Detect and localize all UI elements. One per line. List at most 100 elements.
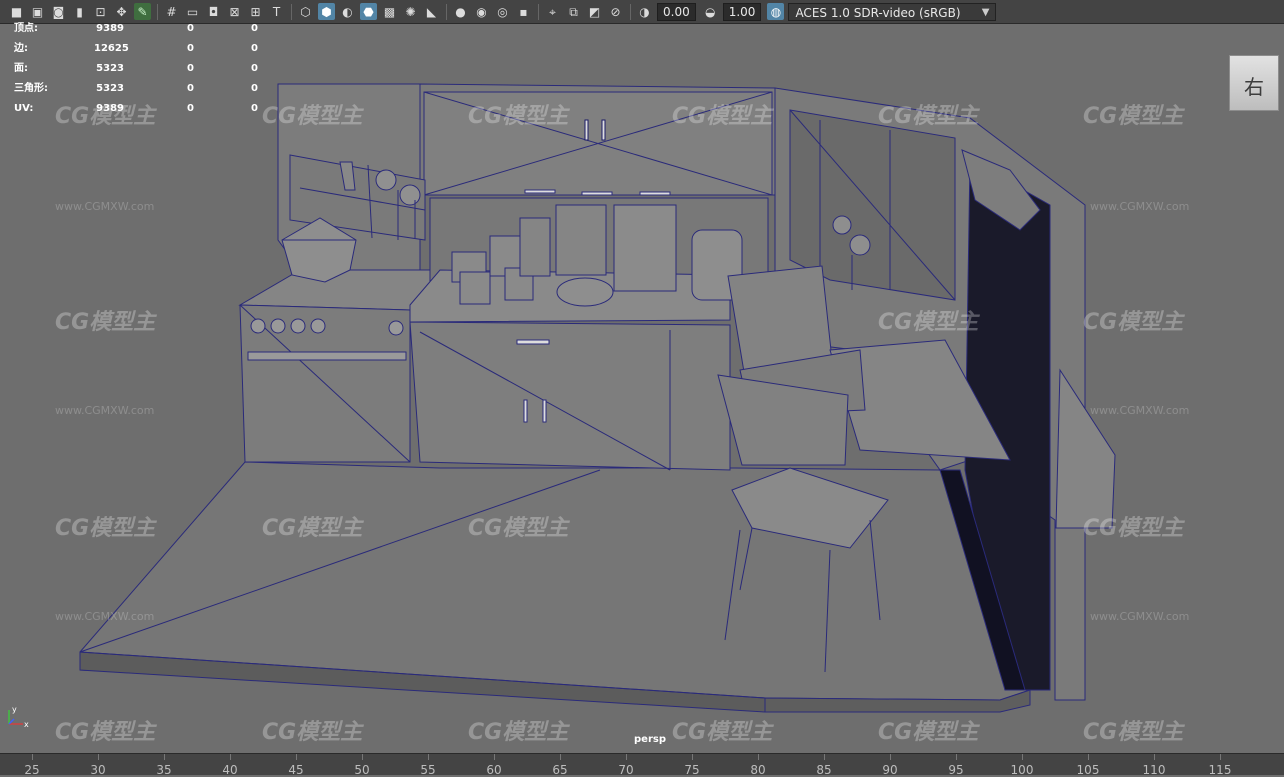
lighting-icon[interactable]: ✺ bbox=[402, 3, 419, 20]
watermark-url: www.CGMXW.com bbox=[55, 200, 155, 213]
hud-value: 0 bbox=[251, 83, 258, 94]
exposure-icon[interactable]: ◑ bbox=[636, 3, 653, 20]
bookmark-icon[interactable]: ◙ bbox=[50, 3, 67, 20]
watermark-logo: CG模型主 bbox=[1083, 104, 1184, 129]
watermark-logo: CG模型主 bbox=[878, 310, 979, 335]
axis-y-label: y bbox=[12, 705, 17, 714]
axis-gizmo: x y bbox=[5, 704, 31, 730]
hud-value: 0 bbox=[251, 43, 258, 54]
pan-icon[interactable]: ✥ bbox=[113, 3, 130, 20]
film-gate-icon[interactable]: ▭ bbox=[184, 3, 201, 20]
xray-icon[interactable]: ⌖ bbox=[544, 3, 561, 20]
hud-label: 三角形: bbox=[14, 83, 48, 94]
watermark-logo: CG模型主 bbox=[55, 720, 156, 745]
default-material-icon[interactable]: ◐ bbox=[339, 3, 356, 20]
watermark-url: www.CGMXW.com bbox=[55, 610, 155, 623]
timeline-tick bbox=[560, 754, 561, 760]
3d-viewport[interactable]: CG模型主 CG模型主 CG模型主 CG模型主 CG模型主 CG模型主 www.… bbox=[0, 24, 1284, 753]
chevron-down-icon: ▼ bbox=[981, 6, 990, 18]
hud-value: 0 bbox=[187, 43, 194, 54]
timeline-tick bbox=[164, 754, 165, 760]
wireframe-icon[interactable]: ⬡ bbox=[297, 3, 314, 20]
hud-value: 0 bbox=[187, 63, 194, 74]
hud-value: 0 bbox=[187, 103, 194, 114]
motion-blur-icon[interactable]: ◉ bbox=[473, 3, 490, 20]
lower-cabinet bbox=[409, 321, 731, 471]
timeline-tick bbox=[1220, 754, 1221, 760]
view-cube-face-label: 右 bbox=[1244, 75, 1264, 99]
hud-value: 5323 bbox=[96, 63, 124, 74]
shadows-icon[interactable]: ◣ bbox=[423, 3, 440, 20]
timeline-tick bbox=[1088, 754, 1089, 760]
image-plane-icon[interactable]: ⊡ bbox=[92, 3, 109, 20]
watermark-logo: CG模型主 bbox=[262, 720, 363, 745]
timeline-tick bbox=[296, 754, 297, 760]
smooth-shade-icon[interactable]: ⬢ bbox=[318, 3, 335, 20]
watermark-logo: CG模型主 bbox=[55, 310, 156, 335]
watermark-logo: CG模型主 bbox=[55, 516, 156, 541]
camera-attr-icon[interactable]: ▣ bbox=[29, 3, 46, 20]
color-management-icon[interactable]: ◍ bbox=[767, 3, 785, 20]
view-cube[interactable]: 右 bbox=[1229, 55, 1279, 111]
wireframe-on-shaded-icon[interactable]: ⬣ bbox=[360, 3, 377, 20]
time-slider[interactable]: 25 30 35 40 45 50 55 60 65 70 75 80 85 90 95 100 105 110 1… bbox=[0, 753, 1284, 777]
watermark-url: www.CGMXW.com bbox=[55, 404, 155, 417]
hud-value: 9389 bbox=[96, 23, 124, 34]
watermark-logo: CG模型主 bbox=[672, 104, 773, 129]
hud-label: 顶点: bbox=[14, 23, 38, 34]
safe-title-icon[interactable]: T bbox=[268, 3, 285, 20]
xray-joints-icon[interactable]: ⧉ bbox=[565, 3, 582, 20]
timeline-tick bbox=[32, 754, 33, 760]
grease-pencil-icon[interactable]: ✎ bbox=[134, 3, 151, 20]
ambient-occlusion-icon[interactable]: ● bbox=[452, 3, 469, 20]
field-chart-icon[interactable]: ⊞ bbox=[247, 3, 264, 20]
gamma-field[interactable]: 1.00 bbox=[722, 2, 762, 21]
isolate-icon[interactable]: ▪ bbox=[515, 3, 532, 20]
timeline-tick bbox=[230, 754, 231, 760]
timeline-tick bbox=[758, 754, 759, 760]
watermark-logo: CG模型主 bbox=[262, 104, 363, 129]
gamma-icon[interactable]: ◒ bbox=[702, 3, 719, 20]
exposure-field[interactable]: 0.00 bbox=[657, 2, 696, 21]
watermark-url: www.CGMXW.com bbox=[1090, 200, 1190, 213]
timeline-tick bbox=[824, 754, 825, 760]
viewport-toolbar: ■ ▣ ◙ ▮ ⊡ ✥ ✎ # ▭ ◘ ⊠ ⊞ T ⬡ ⬢ ◐ ⬣ ▩ ✺ ◣ … bbox=[0, 0, 1284, 24]
hud-value: 12625 bbox=[94, 43, 129, 54]
hud-label: 面: bbox=[14, 63, 28, 74]
timeline-tick bbox=[1154, 754, 1155, 760]
timeline-tick bbox=[98, 754, 99, 760]
timeline-tick bbox=[362, 754, 363, 760]
watermark-url: www.CGMXW.com bbox=[1090, 610, 1190, 623]
timeline-tick bbox=[1022, 754, 1023, 760]
nocull-icon[interactable]: ⊘ bbox=[607, 3, 624, 20]
watermark-logo: CG模型主 bbox=[262, 516, 363, 541]
hud-value: 0 bbox=[187, 23, 194, 34]
hud-value: 9389 bbox=[96, 103, 124, 114]
view-transform-dropdown[interactable]: ACES 1.0 SDR-video (sRGB) ▼ bbox=[788, 2, 997, 21]
axis-x-label: x bbox=[24, 720, 29, 729]
watermark-logo: CG模型主 bbox=[468, 104, 569, 129]
toolbar-divider bbox=[446, 3, 447, 20]
toolbar-divider bbox=[291, 3, 292, 20]
view-transform-label: ACES 1.0 SDR-video (sRGB) bbox=[795, 5, 961, 20]
backface-icon[interactable]: ◩ bbox=[586, 3, 603, 20]
antialias-icon[interactable]: ◎ bbox=[494, 3, 511, 20]
coffee-maker bbox=[613, 204, 677, 292]
camera-name-label: persp bbox=[634, 734, 666, 745]
axis-gizmo-icon: x y bbox=[8, 705, 29, 729]
watermark-logo: CG模型主 bbox=[1083, 516, 1184, 541]
watermark-logo: CG模型主 bbox=[1083, 310, 1184, 335]
hud-label: 边: bbox=[14, 43, 28, 54]
hud-value: 0 bbox=[251, 23, 258, 34]
watermark-logo: CG模型主 bbox=[468, 720, 569, 745]
hud-value: 0 bbox=[251, 103, 258, 114]
bookmark2-icon[interactable]: ▮ bbox=[71, 3, 88, 20]
hud-value: 5323 bbox=[96, 83, 124, 94]
toolbar-divider bbox=[157, 3, 158, 20]
camera-icon[interactable]: ■ bbox=[8, 3, 25, 20]
resolution-gate-icon[interactable]: ◘ bbox=[205, 3, 222, 20]
timeline-tick bbox=[626, 754, 627, 760]
gate-mask-icon[interactable]: ⊠ bbox=[226, 3, 243, 20]
grid-icon[interactable]: # bbox=[163, 3, 180, 20]
texture-icon[interactable]: ▩ bbox=[381, 3, 398, 20]
